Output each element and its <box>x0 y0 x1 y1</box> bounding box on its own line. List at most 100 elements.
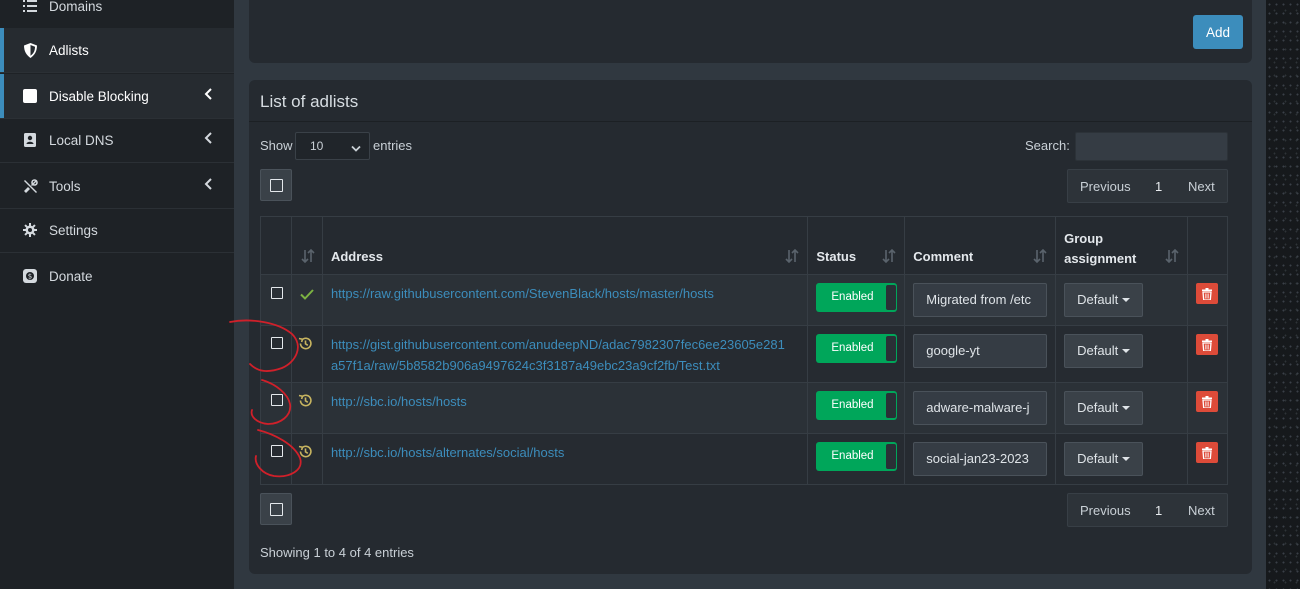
sidebar-item-label: Adlists <box>49 42 89 58</box>
pagination-bottom: Previous 1 Next <box>1067 493 1228 527</box>
sidebar-item-domains[interactable]: Domains <box>0 0 234 28</box>
previous-button[interactable]: Previous <box>1080 503 1131 518</box>
page-length-value: 10 <box>310 139 324 153</box>
header-select <box>260 216 292 275</box>
page-1-button[interactable]: 1 <box>1155 503 1162 518</box>
header-address[interactable]: Address <box>321 216 809 275</box>
sidebar-item-local-dns[interactable]: Local DNS <box>0 118 234 162</box>
group-select[interactable]: Default <box>1064 283 1144 317</box>
row-checkbox[interactable] <box>271 287 283 299</box>
adlist-address-link[interactable]: https://gist.githubusercontent.com/anude… <box>331 334 785 376</box>
show-label: Show <box>260 138 293 153</box>
delete-button[interactable] <box>1195 442 1218 463</box>
table-row: https://gist.githubusercontent.com/anude… <box>260 325 1229 383</box>
sidebar-item-label: Disable Blocking <box>49 88 149 104</box>
add-button[interactable]: Add <box>1193 15 1243 49</box>
list-icon <box>22 0 38 14</box>
group-select[interactable]: Default <box>1064 391 1144 425</box>
next-button[interactable]: Next <box>1188 179 1215 194</box>
background-pattern <box>1266 0 1300 589</box>
sort-icon <box>1033 248 1047 264</box>
status-toggle[interactable]: Enabled <box>816 442 898 471</box>
checkbox-icon <box>269 502 283 516</box>
comment-input[interactable]: Migrated from /etc <box>913 283 1048 317</box>
sidebar-item-label: Tools <box>49 178 81 194</box>
sort-icon <box>785 248 799 264</box>
page-length-select[interactable]: 10 <box>295 132 370 160</box>
gear-icon <box>22 222 38 238</box>
chevron-left-icon <box>204 178 214 192</box>
trash-icon <box>1201 446 1212 459</box>
status-label: Enabled <box>831 399 874 411</box>
comment-input[interactable]: google-yt <box>913 334 1048 368</box>
group-value: Default <box>1077 343 1119 358</box>
sidebar-item-label: Local DNS <box>49 132 114 148</box>
delete-button[interactable] <box>1195 391 1218 412</box>
row-checkbox[interactable] <box>271 394 283 406</box>
comment-input[interactable]: social-jan23-2023 <box>913 442 1048 476</box>
adlist-address-link[interactable]: http://sbc.io/hosts/hosts <box>331 391 467 412</box>
select-all-button[interactable] <box>260 169 292 201</box>
status-toggle[interactable]: Enabled <box>816 334 898 363</box>
sidebar-item-settings[interactable]: Settings <box>0 208 234 252</box>
table-header-row: Address Status Comment Group assignment <box>260 216 1229 275</box>
stop-icon <box>22 88 38 104</box>
sidebar-item-label: Domains <box>49 0 103 14</box>
column-label: Comment <box>913 249 974 264</box>
adlist-address-link[interactable]: http://sbc.io/hosts/alternates/social/ho… <box>331 442 564 463</box>
comment-input[interactable]: adware-malware-j <box>913 391 1048 425</box>
check-icon <box>300 288 314 303</box>
adlists-card: List of adlists Show 10 entries Search: … <box>249 80 1252 574</box>
column-label: Address <box>330 249 383 264</box>
table-info: Showing 1 to 4 of 4 entries <box>260 545 414 560</box>
sort-icon <box>301 248 315 264</box>
header-state[interactable] <box>290 216 323 275</box>
search-input[interactable] <box>1075 132 1228 161</box>
sort-icon <box>882 248 896 264</box>
history-icon <box>298 336 313 354</box>
status-toggle[interactable]: Enabled <box>816 391 898 420</box>
adlist-address-link[interactable]: https://raw.githubusercontent.com/Steven… <box>331 283 714 304</box>
trash-icon <box>1201 338 1212 351</box>
row-checkbox[interactable] <box>271 445 283 457</box>
pagination-top: Previous 1 Next <box>1067 169 1228 203</box>
next-button[interactable]: Next <box>1188 503 1215 518</box>
status-label: Enabled <box>831 450 874 462</box>
status-label: Enabled <box>831 342 874 354</box>
trash-icon <box>1201 287 1212 300</box>
group-value: Default <box>1077 292 1119 307</box>
sidebar-item-disable-blocking[interactable]: Disable Blocking <box>0 74 234 118</box>
entries-label: entries <box>373 138 413 153</box>
address-line: https://gist.githubusercontent.com/anude… <box>330 337 785 352</box>
trash-icon <box>1201 395 1212 408</box>
select-all-button-bottom[interactable] <box>260 493 292 525</box>
header-status[interactable]: Status <box>807 216 906 275</box>
group-value: Default <box>1077 451 1119 466</box>
chevron-down-icon <box>351 142 361 152</box>
add-adlist-card: Add <box>249 0 1252 63</box>
group-select[interactable]: Default <box>1064 334 1144 368</box>
row-checkbox[interactable] <box>271 337 283 349</box>
table-row: http://sbc.io/hosts/alternates/social/ho… <box>260 433 1229 485</box>
header-group[interactable]: Group assignment <box>1055 216 1188 275</box>
sidebar: Domains Adlists Disable Blocking Local D… <box>0 0 234 589</box>
delete-button[interactable] <box>1195 334 1218 355</box>
sidebar-item-tools[interactable]: Tools <box>0 164 234 208</box>
history-icon <box>298 393 313 411</box>
sidebar-item-label: Donate <box>49 268 93 284</box>
sidebar-item-donate[interactable]: $ Donate <box>0 254 234 298</box>
header-actions <box>1186 216 1229 275</box>
shield-icon <box>22 42 38 58</box>
tools-icon <box>22 178 38 194</box>
caret-down-icon <box>1122 298 1131 302</box>
delete-button[interactable] <box>1195 283 1218 304</box>
header-comment[interactable]: Comment <box>904 216 1057 275</box>
status-toggle[interactable]: Enabled <box>816 283 898 312</box>
page-1-button[interactable]: 1 <box>1155 179 1162 194</box>
svg-text:$: $ <box>28 273 32 281</box>
column-label: Status <box>816 249 857 264</box>
sidebar-item-adlists[interactable]: Adlists <box>0 28 234 72</box>
previous-button[interactable]: Previous <box>1080 179 1131 194</box>
address-line: a57f1a/raw/5b8582b906a9497624c3f3187a49e… <box>330 358 720 373</box>
group-select[interactable]: Default <box>1064 442 1144 476</box>
